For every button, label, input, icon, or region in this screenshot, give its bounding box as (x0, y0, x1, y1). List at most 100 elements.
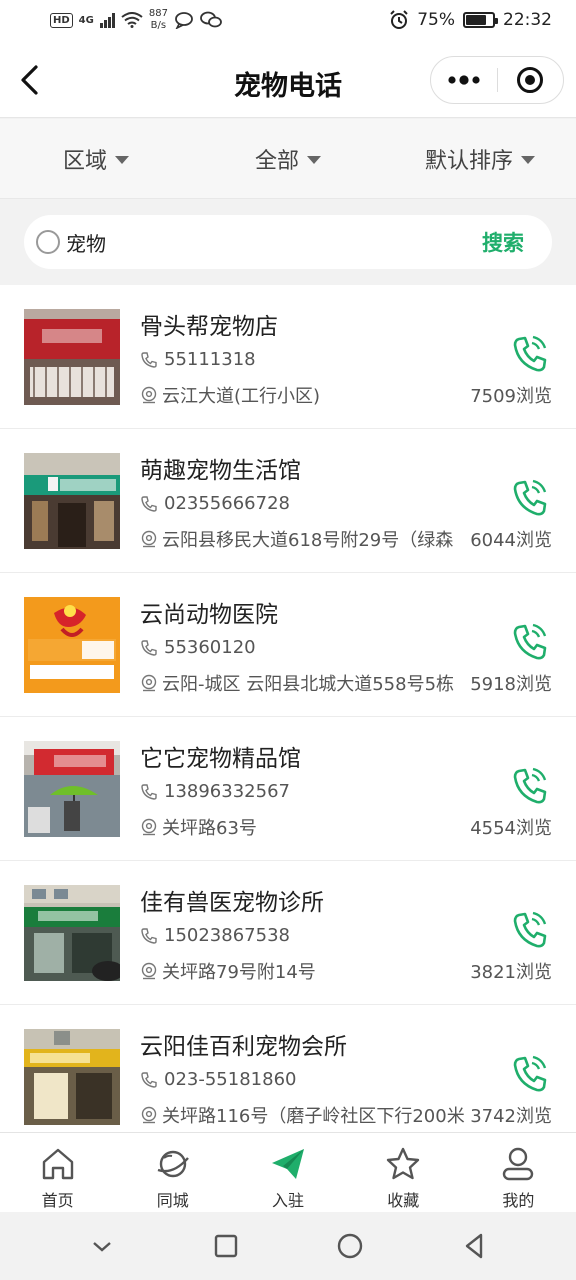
search-button[interactable]: 搜索 (482, 227, 524, 257)
phone-row: 13896332567 (140, 781, 290, 802)
tab-home-label: 首页 (41, 1191, 74, 1210)
view-count: 6044浏览 (470, 530, 552, 551)
shop-phone: 13896332567 (164, 781, 290, 802)
location-icon (141, 1106, 157, 1124)
shop-name: 云尚动物医院 (140, 602, 278, 628)
phone-icon (141, 1071, 157, 1088)
filter-bar: 区域 全部 默认排序 (0, 119, 576, 199)
bottom-tab-bar: 首页 同城 入驻 收藏 我的 (0, 1132, 576, 1212)
view-count: 7509浏览 (470, 386, 552, 407)
battery-percent: 75% (417, 10, 455, 30)
network-type: 4G (78, 14, 94, 26)
battery-icon (463, 12, 498, 28)
more-button[interactable] (431, 57, 497, 103)
tab-join[interactable]: 入驻 (230, 1133, 345, 1212)
view-count: 4554浏览 (470, 818, 552, 839)
call-icon[interactable] (510, 333, 550, 375)
phone-icon (141, 927, 157, 944)
location-icon (141, 674, 157, 692)
tab-local[interactable]: 同城 (115, 1133, 230, 1212)
shop-address: 云阳县移民大道618号附29号（绿森 (162, 530, 454, 551)
net-speed-value: 887 (148, 8, 168, 19)
shop-phone: 15023867538 (164, 925, 290, 946)
target-icon (517, 67, 544, 93)
filter-sort[interactable]: 默认排序 (384, 119, 576, 198)
list-item[interactable]: 云阳佳百利宠物会所 023-55181860 关坪路116号（磨子岭社区下行20… (0, 1005, 576, 1133)
shop-address: 关坪路116号（磨子岭社区下行200米 (162, 1106, 465, 1127)
shop-photo (24, 453, 120, 549)
close-mini-program-button[interactable] (498, 57, 564, 103)
shop-photo (24, 1029, 120, 1125)
signal-icon (99, 12, 115, 28)
battery-level (466, 15, 486, 25)
search-section: 搜索 (0, 200, 576, 284)
home-circle-icon[interactable] (335, 1231, 365, 1261)
net-speed: 887 B/s (149, 8, 168, 32)
caret-down-icon (521, 155, 535, 164)
shop-name: 云阳佳百利宠物会所 (140, 1034, 347, 1060)
filter-region[interactable]: 区域 (0, 119, 192, 198)
address-row: 关坪路79号附14号 (140, 958, 465, 984)
shop-photo (24, 597, 120, 693)
tab-me[interactable]: 我的 (461, 1133, 576, 1212)
tab-local-label: 同城 (156, 1191, 189, 1210)
planet-icon (157, 1150, 189, 1178)
list-item[interactable]: 萌趣宠物生活馆 02355666728 云阳县移民大道618号附29号（绿森 6… (0, 429, 576, 573)
phone-icon (141, 495, 157, 512)
location-icon (141, 530, 157, 548)
nav-header: 宠物电话 (0, 42, 576, 118)
call-icon[interactable] (510, 477, 550, 519)
shop-address: 云江大道(工行小区) (162, 386, 321, 407)
location-icon (141, 962, 157, 980)
clock: 22:32 (503, 10, 552, 30)
net-speed-unit: B/s (150, 20, 167, 31)
shop-name: 佳有兽医宠物诊所 (140, 890, 324, 916)
location-icon (141, 818, 157, 836)
recents-square-icon[interactable] (211, 1231, 241, 1261)
chevron-down-icon[interactable] (87, 1231, 117, 1261)
shop-photo (24, 741, 120, 837)
call-icon[interactable] (510, 765, 550, 807)
shop-phone: 02355666728 (164, 493, 290, 514)
list-item[interactable]: 它它宠物精品馆 13896332567 关坪路63号 4554浏览 (0, 717, 576, 861)
filter-sort-label: 默认排序 (424, 148, 513, 174)
more-dots-icon (448, 75, 480, 85)
call-icon[interactable] (510, 621, 550, 663)
mini-program-capsule (430, 56, 564, 104)
shop-address: 关坪路63号 (162, 818, 257, 839)
address-row: 关坪路116号（磨子岭社区下行200米 (140, 1102, 465, 1128)
view-count: 3742浏览 (470, 1106, 552, 1127)
address-row: 云阳-城区 云阳县北城大道558号5栋 (140, 670, 465, 696)
call-icon[interactable] (510, 1053, 550, 1095)
tab-home[interactable]: 首页 (0, 1133, 115, 1212)
filter-region-label: 区域 (62, 148, 107, 174)
filter-category[interactable]: 全部 (192, 119, 384, 198)
shop-photo (24, 885, 120, 981)
search-input[interactable] (66, 230, 482, 254)
phone-row: 023-55181860 (140, 1069, 296, 1090)
list-item[interactable]: 佳有兽医宠物诊所 15023867538 关坪路79号附14号 3821浏览 (0, 861, 576, 1005)
tab-join-label: 入驻 (272, 1191, 305, 1210)
phone-row: 55360120 (140, 637, 256, 658)
search-icon (36, 230, 60, 254)
phone-row: 15023867538 (140, 925, 290, 946)
chat-bubble-icon (175, 12, 193, 29)
shop-photo (24, 309, 120, 405)
address-row: 云江大道(工行小区) (140, 382, 465, 408)
list-item[interactable]: 云尚动物医院 55360120 云阳-城区 云阳县北城大道558号5栋 5918… (0, 573, 576, 717)
call-icon[interactable] (510, 909, 550, 951)
shop-address: 关坪路79号附14号 (162, 962, 316, 983)
shop-name: 萌趣宠物生活馆 (140, 458, 301, 484)
system-nav-bar (0, 1212, 576, 1280)
status-bar: HD 4G 887 B/s 75% 22:32 (0, 0, 576, 42)
alarm-icon (390, 10, 408, 29)
back-triangle-icon[interactable] (459, 1231, 489, 1261)
tab-favorites-label: 收藏 (387, 1191, 420, 1210)
phone-row: 02355666728 (140, 493, 290, 514)
home-icon (42, 1148, 73, 1180)
shop-list: 骨头帮宠物店 55111318 云江大道(工行小区) 7509浏览 萌趣宠物生活… (0, 285, 576, 1133)
filter-category-label: 全部 (254, 148, 299, 174)
caret-down-icon (115, 155, 129, 164)
tab-favorites[interactable]: 收藏 (346, 1133, 461, 1212)
list-item[interactable]: 骨头帮宠物店 55111318 云江大道(工行小区) 7509浏览 (0, 285, 576, 429)
